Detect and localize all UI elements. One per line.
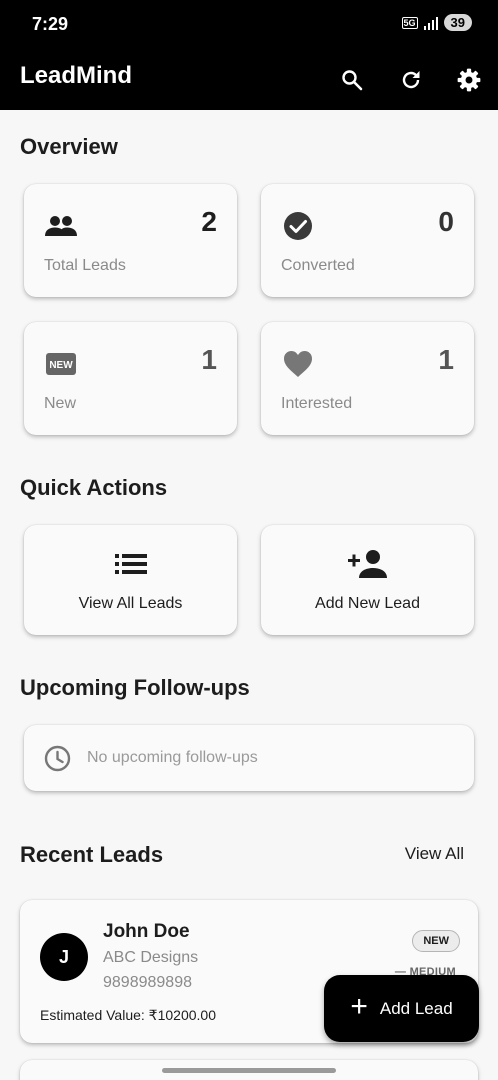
stat-label: Converted [281, 257, 355, 274]
app-bar: LeadMind [0, 50, 498, 110]
home-indicator[interactable] [162, 1068, 336, 1073]
settings-button[interactable] [451, 62, 487, 98]
status-icons: 5G 39 [401, 14, 472, 31]
avatar: J [40, 933, 88, 981]
new-badge-icon: NEW [44, 347, 78, 381]
clock-icon [44, 745, 71, 772]
search-icon [342, 70, 363, 91]
action-label: View All Leads [78, 595, 183, 612]
add-lead-fab[interactable]: + Add Lead [324, 975, 479, 1042]
lead-phone: 9898989898 [103, 974, 192, 991]
quick-actions-title: Quick Actions [20, 475, 168, 500]
overview-title: Overview [20, 134, 118, 159]
stat-value: 1 [201, 344, 217, 375]
lead-name: John Doe [103, 921, 190, 942]
search-button[interactable] [334, 62, 370, 98]
app-title: LeadMind [20, 62, 132, 89]
stat-value: 0 [438, 206, 454, 237]
followups-title: Upcoming Follow-ups [20, 675, 250, 700]
add-new-lead-button[interactable]: Add New Lead [261, 525, 474, 635]
refresh-button[interactable] [393, 62, 429, 98]
stat-label: Interested [281, 395, 353, 412]
recent-leads-title: Recent Leads [20, 842, 164, 867]
stat-label: Total Leads [44, 257, 126, 274]
stat-card-total-leads[interactable]: 2 Total Leads [24, 184, 237, 297]
signal-icon [423, 16, 438, 30]
followups-empty-text: No upcoming follow-ups [87, 749, 258, 766]
person-add-icon [347, 547, 388, 581]
stat-value: 2 [201, 206, 217, 237]
status-time: 7:29 [32, 14, 69, 34]
stat-card-converted[interactable]: 0 Converted [261, 184, 474, 297]
list-icon [111, 547, 151, 581]
followups-empty-card: No upcoming follow-ups [24, 725, 474, 791]
svg-text:NEW: NEW [49, 360, 73, 371]
fab-label: Add Lead [379, 998, 453, 1018]
lead-estimated-value: Estimated Value: ₹10200.00 [40, 1007, 216, 1023]
refresh-icon [402, 71, 420, 89]
plus-icon: + [350, 990, 368, 1023]
view-all-leads-button[interactable]: View All Leads [24, 525, 237, 635]
status-bar: 7:29 5G 39 [0, 0, 498, 50]
action-label: Add New Lead [315, 595, 420, 612]
stat-value: 1 [438, 344, 454, 375]
view-all-link[interactable]: View All [405, 844, 464, 864]
group-icon [44, 209, 78, 243]
stat-label: New [44, 395, 77, 412]
stat-card-interested[interactable]: 1 Interested [261, 322, 474, 435]
stat-card-new[interactable]: NEW 1 New [24, 322, 237, 435]
gear-icon [457, 68, 481, 92]
battery-indicator: 39 [443, 14, 472, 31]
check-circle-icon [281, 209, 315, 243]
network-type: 5G [401, 16, 418, 29]
heart-icon [281, 347, 315, 381]
lead-company: ABC Designs [103, 949, 199, 966]
status-badge: NEW [412, 930, 460, 952]
